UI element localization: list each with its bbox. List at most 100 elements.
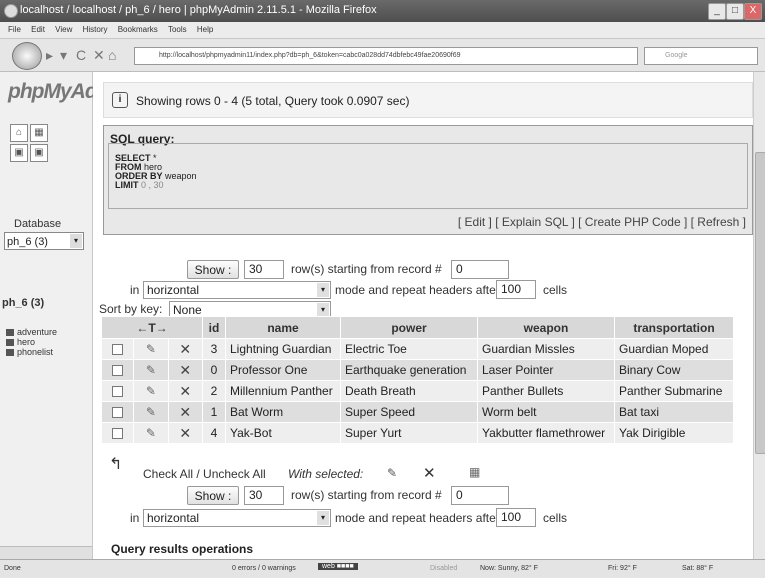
delete-icon[interactable]: ✕	[179, 404, 191, 420]
menu-view[interactable]: View	[55, 25, 72, 34]
back-button[interactable]	[12, 42, 42, 70]
weather-fri[interactable]: Fri: 92° F	[608, 565, 637, 572]
repeat-headers-input-bottom[interactable]: 100	[496, 508, 536, 527]
row-delete-cell[interactable]: ✕	[167, 338, 204, 360]
edit-pencil-icon[interactable]: ✎	[146, 342, 156, 356]
mode-select-value: horizontal	[147, 511, 200, 525]
edit-selected-icon[interactable]: ✎	[387, 466, 397, 480]
row-delete-cell[interactable]: ✕	[167, 359, 204, 381]
restore-button[interactable]: □	[726, 3, 744, 20]
table-row[interactable]: ✎ ✕ 0 Professor One Earthquake generation Las…	[100, 359, 734, 381]
row-edit-cell[interactable]: ✎	[133, 380, 169, 402]
delete-icon[interactable]: ✕	[179, 425, 191, 441]
row-checkbox-cell[interactable]	[100, 380, 135, 402]
check-all-link[interactable]: Check All / Uncheck All	[143, 467, 266, 481]
sidebar-horizontal-scrollbar[interactable]	[0, 546, 92, 559]
start-record-input-top[interactable]: 0	[451, 260, 509, 279]
scrollbar-thumb[interactable]	[755, 152, 765, 454]
row-checkbox[interactable]	[112, 428, 124, 440]
edit-pencil-icon[interactable]: ✎	[146, 363, 156, 377]
results-table: ←T→ id name power weapon transportation …	[100, 316, 734, 444]
header-power[interactable]: power	[340, 316, 478, 339]
mode-select-bottom[interactable]: horizontal ▾	[143, 509, 331, 527]
table-row[interactable]: ✎ ✕ 1 Bat Worm Super Speed Worm belt Bat taxi	[100, 401, 734, 423]
header-weapon[interactable]: weapon	[477, 316, 615, 339]
edit-pencil-icon[interactable]: ✎	[146, 405, 156, 419]
delete-icon[interactable]: ✕	[179, 362, 191, 378]
menu-bookmarks[interactable]: Bookmarks	[118, 25, 158, 34]
main-vertical-scrollbar[interactable]	[753, 72, 765, 559]
sidebar-table-phonelist[interactable]: phonelist	[6, 347, 53, 357]
weather-sat[interactable]: Sat: 88° F	[682, 565, 713, 572]
cell-name: Yak-Bot	[225, 422, 341, 444]
repeat-headers-input-top[interactable]: 100	[496, 280, 536, 299]
menu-history[interactable]: History	[83, 25, 108, 34]
table-row[interactable]: ✎ ✕ 4 Yak-Bot Super Yurt Yakbutter flamethrow…	[100, 422, 734, 444]
window-title: localhost / localhost / ph_6 / hero | ph…	[20, 4, 377, 16]
cell-id: 1	[202, 401, 226, 423]
row-checkbox-cell[interactable]	[100, 422, 135, 444]
show-button-top[interactable]: Show :	[187, 260, 239, 279]
header-id[interactable]: id	[202, 316, 226, 339]
menu-edit[interactable]: Edit	[31, 25, 45, 34]
history-dropdown-icon[interactable]: ▾	[60, 47, 67, 64]
row-checkbox-cell[interactable]	[100, 401, 135, 423]
rows-input-bottom[interactable]: 30	[244, 486, 284, 505]
row-checkbox[interactable]	[112, 344, 124, 356]
edit-pencil-icon[interactable]: ✎	[146, 426, 156, 440]
minimize-button[interactable]: _	[708, 3, 726, 20]
weather-now[interactable]: Now: Sunny, 82° F	[480, 565, 538, 572]
row-edit-cell[interactable]: ✎	[133, 401, 169, 423]
row-checkbox-cell[interactable]	[100, 338, 135, 360]
row-edit-cell[interactable]: ✎	[133, 422, 169, 444]
cell-name: Bat Worm	[225, 401, 341, 423]
docs-icon[interactable]: ▣	[30, 144, 48, 162]
query-icon[interactable]: ▣	[10, 144, 28, 162]
delete-icon[interactable]: ✕	[179, 383, 191, 399]
column-arrows-header[interactable]: ←T→	[101, 316, 203, 339]
row-delete-cell[interactable]: ✕	[167, 422, 204, 444]
sql-query-links[interactable]: [ Edit ] [ Explain SQL ] [ Create PHP Co…	[458, 215, 746, 229]
mode-select-top[interactable]: horizontal ▾	[143, 281, 331, 299]
row-checkbox[interactable]	[112, 407, 124, 419]
menu-file[interactable]: File	[8, 25, 21, 34]
row-checkbox[interactable]	[112, 386, 124, 398]
delete-selected-icon[interactable]: ✕	[423, 464, 436, 482]
stop-icon[interactable]: ✕	[93, 47, 105, 64]
menu-tools[interactable]: Tools	[168, 25, 187, 34]
row-checkbox[interactable]	[112, 365, 124, 377]
database-title[interactable]: ph_6 (3)	[2, 297, 44, 309]
forward-icon[interactable]: ▸	[46, 47, 53, 64]
row-delete-cell[interactable]: ✕	[167, 401, 204, 423]
table-icon	[6, 329, 14, 337]
row-edit-cell[interactable]: ✎	[133, 359, 169, 381]
menu-help[interactable]: Help	[197, 25, 213, 34]
home-icon[interactable]: ⌂	[108, 47, 116, 63]
header-transportation[interactable]: transportation	[614, 316, 734, 339]
delete-icon[interactable]: ✕	[179, 341, 191, 357]
header-name[interactable]: name	[225, 316, 341, 339]
row-checkbox-cell[interactable]	[100, 359, 135, 381]
sql-window-icon[interactable]: ▦	[30, 124, 48, 142]
url-bar[interactable]: http://localhost/phpmyadmin11/index.php?…	[134, 47, 638, 65]
sidebar-table-adventure[interactable]: adventure	[6, 327, 57, 337]
export-selected-icon[interactable]: ▦	[469, 465, 480, 479]
search-input[interactable]: Google	[644, 47, 758, 65]
row-delete-cell[interactable]: ✕	[167, 380, 204, 402]
close-button[interactable]: X	[744, 3, 762, 20]
row-edit-cell[interactable]: ✎	[133, 338, 169, 360]
show-button-bottom[interactable]: Show :	[187, 486, 239, 505]
rows-input-top[interactable]: 30	[244, 260, 284, 279]
web-developer-badge[interactable]: web ■■■■	[318, 563, 358, 570]
database-select[interactable]: ph_6 (3) ▾	[4, 232, 84, 250]
edit-pencil-icon[interactable]: ✎	[146, 384, 156, 398]
reload-icon[interactable]: C	[76, 47, 86, 63]
table-row[interactable]: ✎ ✕ 2 Millennium Panther Death Breath Panther…	[100, 380, 734, 402]
status-errors[interactable]: 0 errors / 0 warnings	[232, 565, 296, 572]
home-icon[interactable]: ⌂	[10, 124, 28, 142]
sidebar-table-hero[interactable]: hero	[6, 337, 35, 347]
table-row[interactable]: ✎ ✕ 3 Lightning Guardian Electric Toe Guardia…	[100, 338, 734, 360]
cell-weapon: Panther Bullets	[477, 380, 615, 402]
start-record-input-bottom[interactable]: 0	[451, 486, 509, 505]
sql-order-column: weapon	[162, 171, 197, 181]
